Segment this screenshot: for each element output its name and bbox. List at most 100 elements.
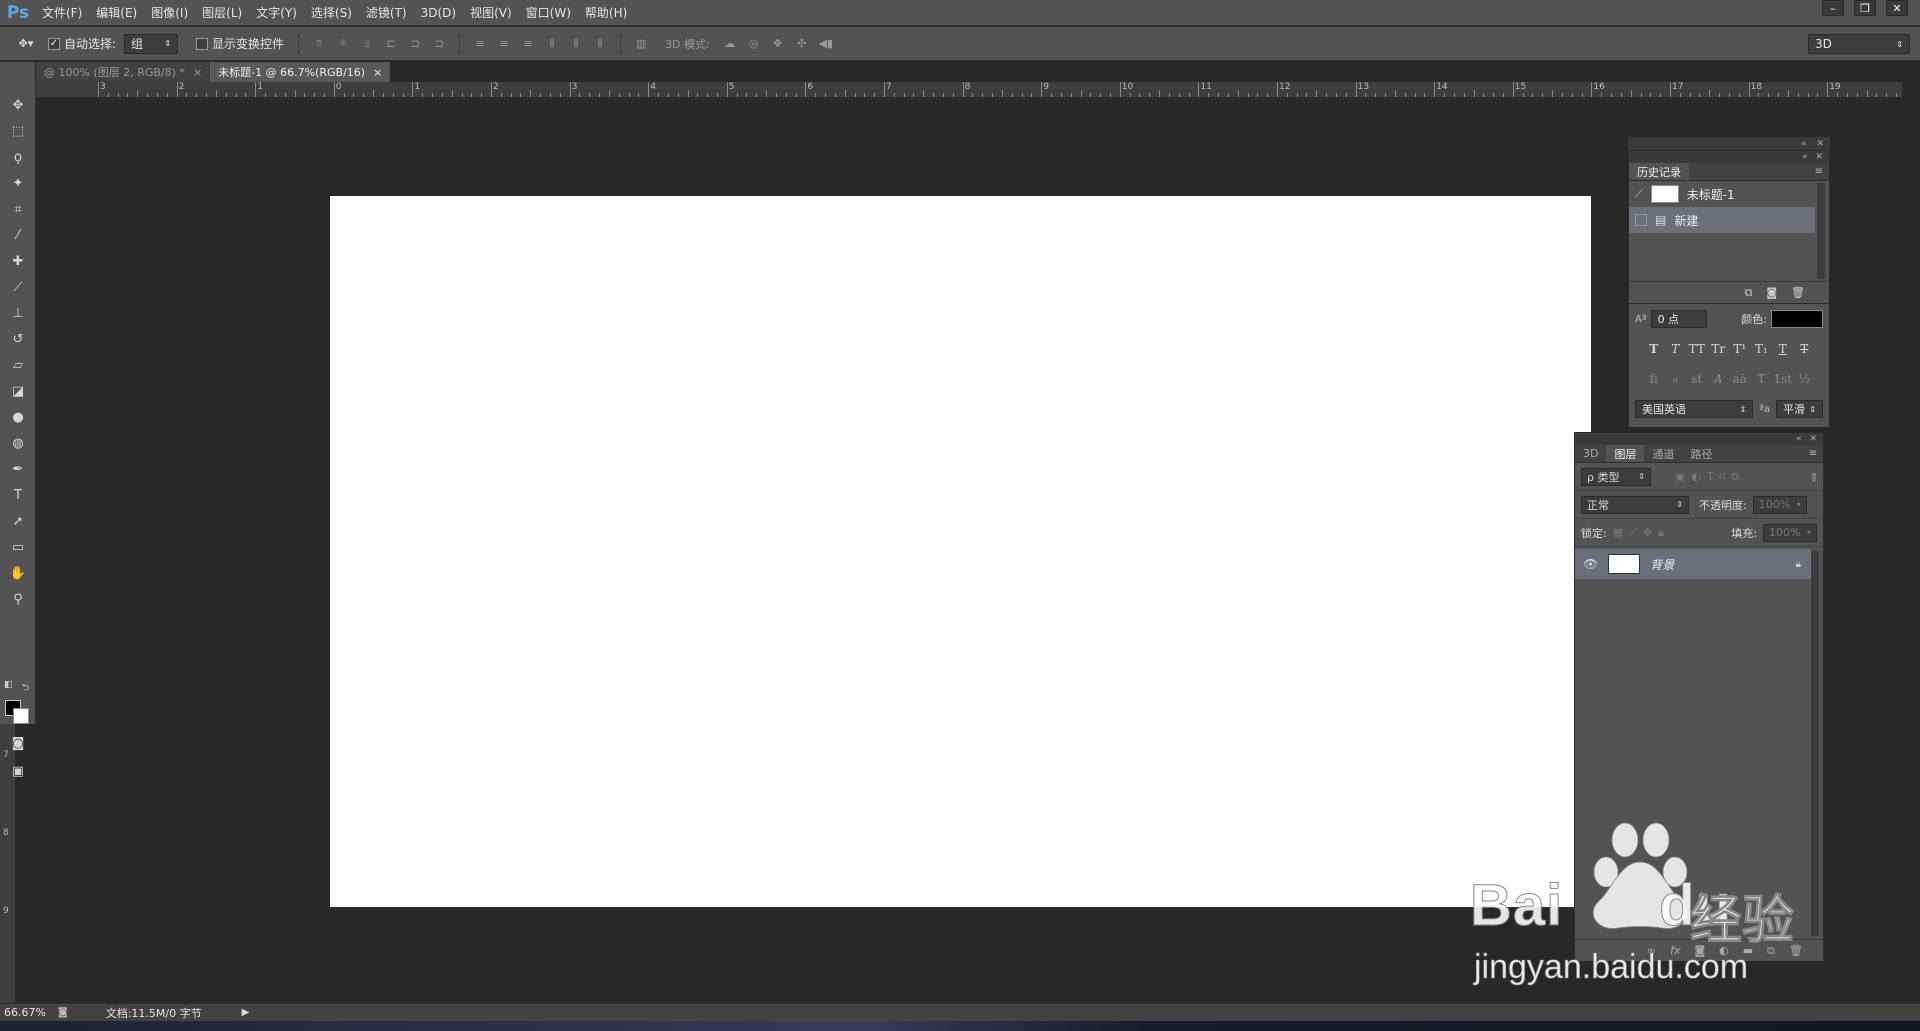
lock-transparent-icon[interactable]: ▦ [1613,526,1623,539]
menu-type[interactable]: 文字(Y) [250,4,303,21]
menu-3d[interactable]: 3D(D) [415,6,462,20]
status-proof-icon[interactable]: ◙ [58,1007,68,1018]
magic-wand-tool-icon[interactable]: ✦ [7,172,29,194]
lock-all-icon[interactable]: 🔒︎ [1658,526,1664,540]
swash-button[interactable]: A [1708,372,1730,386]
show-transform-checkbox[interactable]: 显示变换控件 [196,35,284,52]
align-hcenter-icon[interactable]: ⊐ [407,36,423,52]
tab-layers[interactable]: 图层 [1606,445,1645,462]
close-button[interactable]: ✕ [1886,0,1908,16]
eraser-tool-icon[interactable]: ▱ [7,354,29,376]
history-item[interactable]: ▤ 新建 [1629,207,1815,233]
3d-rotate-icon[interactable]: ☁ [722,36,738,52]
align-top-icon[interactable]: ⫪ [311,36,327,52]
dodge-tool-icon[interactable]: ◍ [7,432,29,454]
filter-pixel-icon[interactable]: ▣ [1675,470,1685,483]
menu-help[interactable]: 帮助(H) [579,4,633,21]
history-brush-tool-icon[interactable]: ↺ [7,328,29,350]
language-dropdown[interactable]: 美国英语 ⇕ [1635,400,1754,418]
opacity-field[interactable]: 100% ▾ [1752,495,1807,514]
eyedropper-tool-icon[interactable]: ⁄ [7,224,29,246]
all-caps-button[interactable]: TT [1686,342,1708,356]
baseline-shift-field[interactable]: 0 点 [1650,310,1707,328]
paint-bucket-tool-icon[interactable]: ◪ [7,380,29,402]
strikethrough-button[interactable]: T [1794,342,1816,356]
close-icon[interactable]: ✕ [1815,152,1823,162]
marquee-tool-icon[interactable]: ⬚ [7,120,29,142]
close-panels-icon[interactable]: ✕ [1816,139,1824,149]
move-tool-icon[interactable]: ✥ [7,94,29,116]
ligature-button[interactable]: ﬁ [1643,372,1665,386]
type-tool-icon[interactable]: T [7,484,29,506]
underline-button[interactable]: T [1772,342,1794,356]
layer-row-background[interactable]: 👁︎ 背景 🔒︎ [1575,549,1811,579]
new-document-from-state-icon[interactable]: ⧉ [1744,286,1752,300]
history-brush-source-icon[interactable]: ⟋ [1635,187,1643,201]
collapse-icon[interactable]: « [1802,152,1808,162]
pen-tool-icon[interactable]: ✒ [7,458,29,480]
eye-icon[interactable]: 👁︎ [1583,557,1598,571]
tab-channels[interactable]: 通道 [1644,445,1682,462]
menu-image[interactable]: 图像(I) [145,4,194,21]
faux-italic-button[interactable]: T [1665,342,1687,356]
filter-smart-object-icon[interactable]: ⧉ [1731,470,1739,484]
text-color-swatch[interactable] [1771,310,1823,328]
align-left-icon[interactable]: ⊏ [383,36,399,52]
contextual-alternates-button[interactable]: ℴ [1665,372,1687,386]
menu-window[interactable]: 窗口(W) [520,4,577,21]
stylistic-alternates-button[interactable]: aā [1729,372,1751,386]
panel-menu-icon[interactable]: ≡ [1809,445,1817,462]
discretionary-ligatures-button[interactable]: st [1686,372,1708,386]
crop-tool-icon[interactable]: ⌗ [7,198,29,220]
filter-toggle-icon[interactable]: ▮ [1811,470,1817,483]
history-scrollbar[interactable] [1817,183,1825,279]
lock-position-icon[interactable]: ✥ [1643,526,1652,539]
close-icon[interactable]: ✕ [1809,434,1817,444]
screen-mode-icon[interactable]: ▣ [7,760,29,782]
menu-filter[interactable]: 滤镜(T) [360,4,413,21]
history-snapshot[interactable]: ⟋ 未标题-1 [1629,181,1829,207]
document-canvas[interactable] [330,196,1591,907]
tab-history[interactable]: 历史记录 [1629,163,1689,180]
filter-adjustment-icon[interactable]: ◐ [1691,470,1701,483]
subscript-button[interactable]: T₁ [1751,342,1773,356]
ordinals-button[interactable]: 1st [1772,372,1794,386]
zoom-level[interactable]: 66.67% [4,1006,50,1019]
auto-select-checkbox[interactable]: ✓ 自动选择: [48,35,116,52]
restore-button[interactable]: ❐ [1854,0,1876,16]
background-color-swatch[interactable] [13,708,29,724]
distribute-top-icon[interactable]: ≡ [472,36,488,52]
menu-edit[interactable]: 编辑(E) [90,4,143,21]
history-source-slot[interactable] [1635,214,1647,226]
trash-icon[interactable]: 🗑 [1791,286,1805,299]
3d-scale-icon[interactable]: ◀▮ [818,36,834,52]
titling-alternates-button[interactable]: T [1751,372,1773,386]
filter-type-icon[interactable]: T [1707,470,1714,483]
distribute-vcenter-icon[interactable]: ≡ [496,36,512,52]
align-vcenter-icon[interactable]: ⫩ [335,36,351,52]
healing-brush-tool-icon[interactable]: ✚ [7,250,29,272]
collapse-panels-icon[interactable]: « [1801,139,1807,149]
quick-mask-icon[interactable]: ◙ [7,732,29,754]
rectangle-tool-icon[interactable]: ▭ [7,536,29,558]
close-icon[interactable]: × [193,66,202,79]
antialias-dropdown[interactable]: 平滑 ⇕ [1776,400,1823,418]
menu-layer[interactable]: 图层(L) [196,4,248,21]
distribute-bottom-icon[interactable]: ≡ [520,36,536,52]
auto-align-icon[interactable]: ▥ [633,36,649,52]
blur-tool-icon[interactable]: ● [7,406,29,428]
distribute-hcenter-icon[interactable]: ⦀ [568,36,584,52]
tab-paths[interactable]: 路径 [1682,445,1720,462]
lasso-tool-icon[interactable]: ϙ [7,146,29,168]
hand-tool-icon[interactable]: ✋ [7,562,29,584]
layer-filter-dropdown[interactable]: ρ 类型 ⇕ [1581,467,1651,486]
collapse-icon[interactable]: « [1796,434,1802,444]
doc-tab-untitled[interactable]: 未标题-1 @ 66.7%(RGB/16) × [210,62,391,82]
menu-select[interactable]: 选择(S) [305,4,358,21]
minimize-button[interactable]: – [1822,0,1844,16]
menu-file[interactable]: 文件(F) [36,4,88,21]
workspace-dropdown[interactable]: 3D ⇕ [1808,34,1910,54]
auto-select-dropdown[interactable]: 组 ⇕ [124,33,179,54]
fractions-button[interactable]: ½ [1794,372,1816,386]
camera-icon[interactable]: ◙ [1766,286,1777,299]
